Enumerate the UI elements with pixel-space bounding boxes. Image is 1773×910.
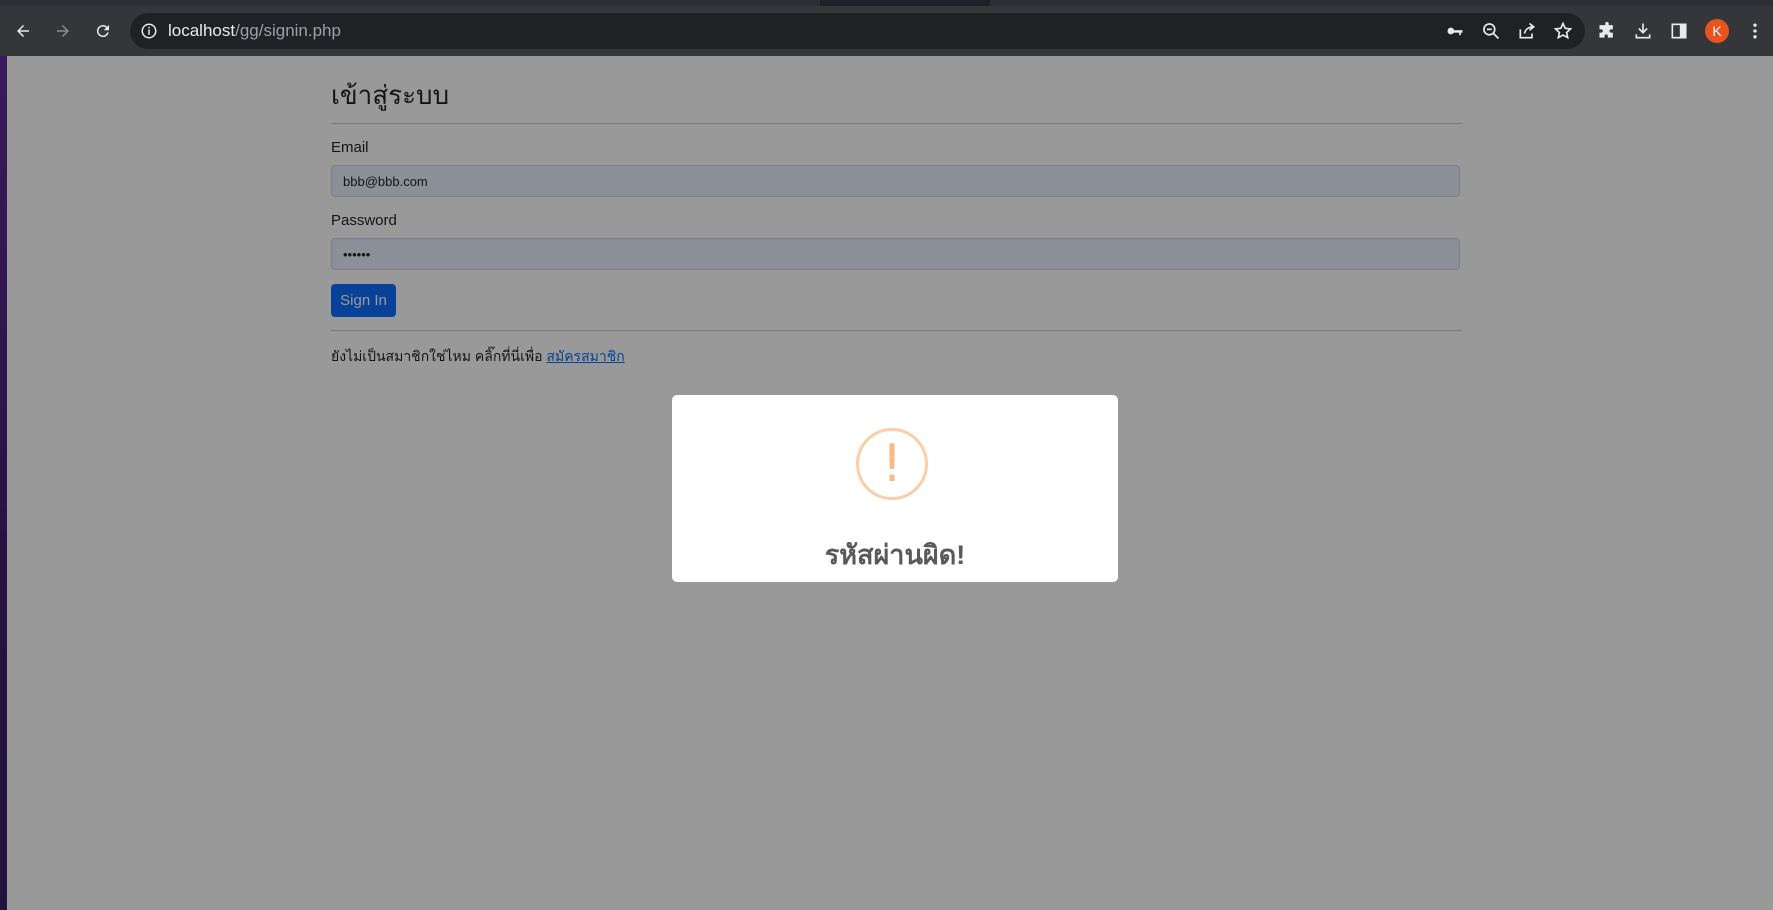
reload-button[interactable] — [86, 14, 120, 48]
zoom-out-icon[interactable] — [1481, 21, 1501, 41]
profile-avatar[interactable]: K — [1705, 19, 1729, 43]
reload-icon — [96, 25, 109, 38]
forward-icon — [57, 25, 69, 37]
url-host: localhost — [168, 21, 236, 40]
address-bar[interactable]: localhost/gg/signin.php — [130, 13, 1585, 49]
sidepanel-icon[interactable] — [1669, 21, 1689, 41]
browser-toolbar: localhost/gg/signin.php K — [0, 6, 1773, 56]
page-viewport: เข้าสู่ระบบ Email bbb@bbb.com Password •… — [7, 56, 1773, 910]
download-icon[interactable] — [1633, 21, 1653, 41]
star-icon[interactable] — [1553, 21, 1573, 41]
address-bar-actions — [1445, 13, 1573, 49]
share-icon[interactable] — [1517, 21, 1537, 41]
forward-button[interactable] — [46, 14, 80, 48]
key-icon[interactable] — [1445, 21, 1465, 41]
back-button[interactable] — [6, 14, 40, 48]
url-text[interactable]: localhost/gg/signin.php — [168, 21, 341, 41]
extensions-icon[interactable] — [1597, 21, 1617, 41]
url-path: /gg/signin.php — [235, 21, 341, 40]
alert-dialog: ! รหัสผ่านผิด! — [672, 395, 1118, 582]
alert-title: รหัสผ่านผิด! — [824, 540, 966, 570]
back-icon — [17, 25, 29, 37]
menu-icon[interactable] — [1745, 21, 1765, 41]
toolbar-right: K — [1597, 6, 1773, 56]
warning-icon: ! — [856, 428, 928, 500]
info-icon[interactable] — [140, 22, 158, 40]
